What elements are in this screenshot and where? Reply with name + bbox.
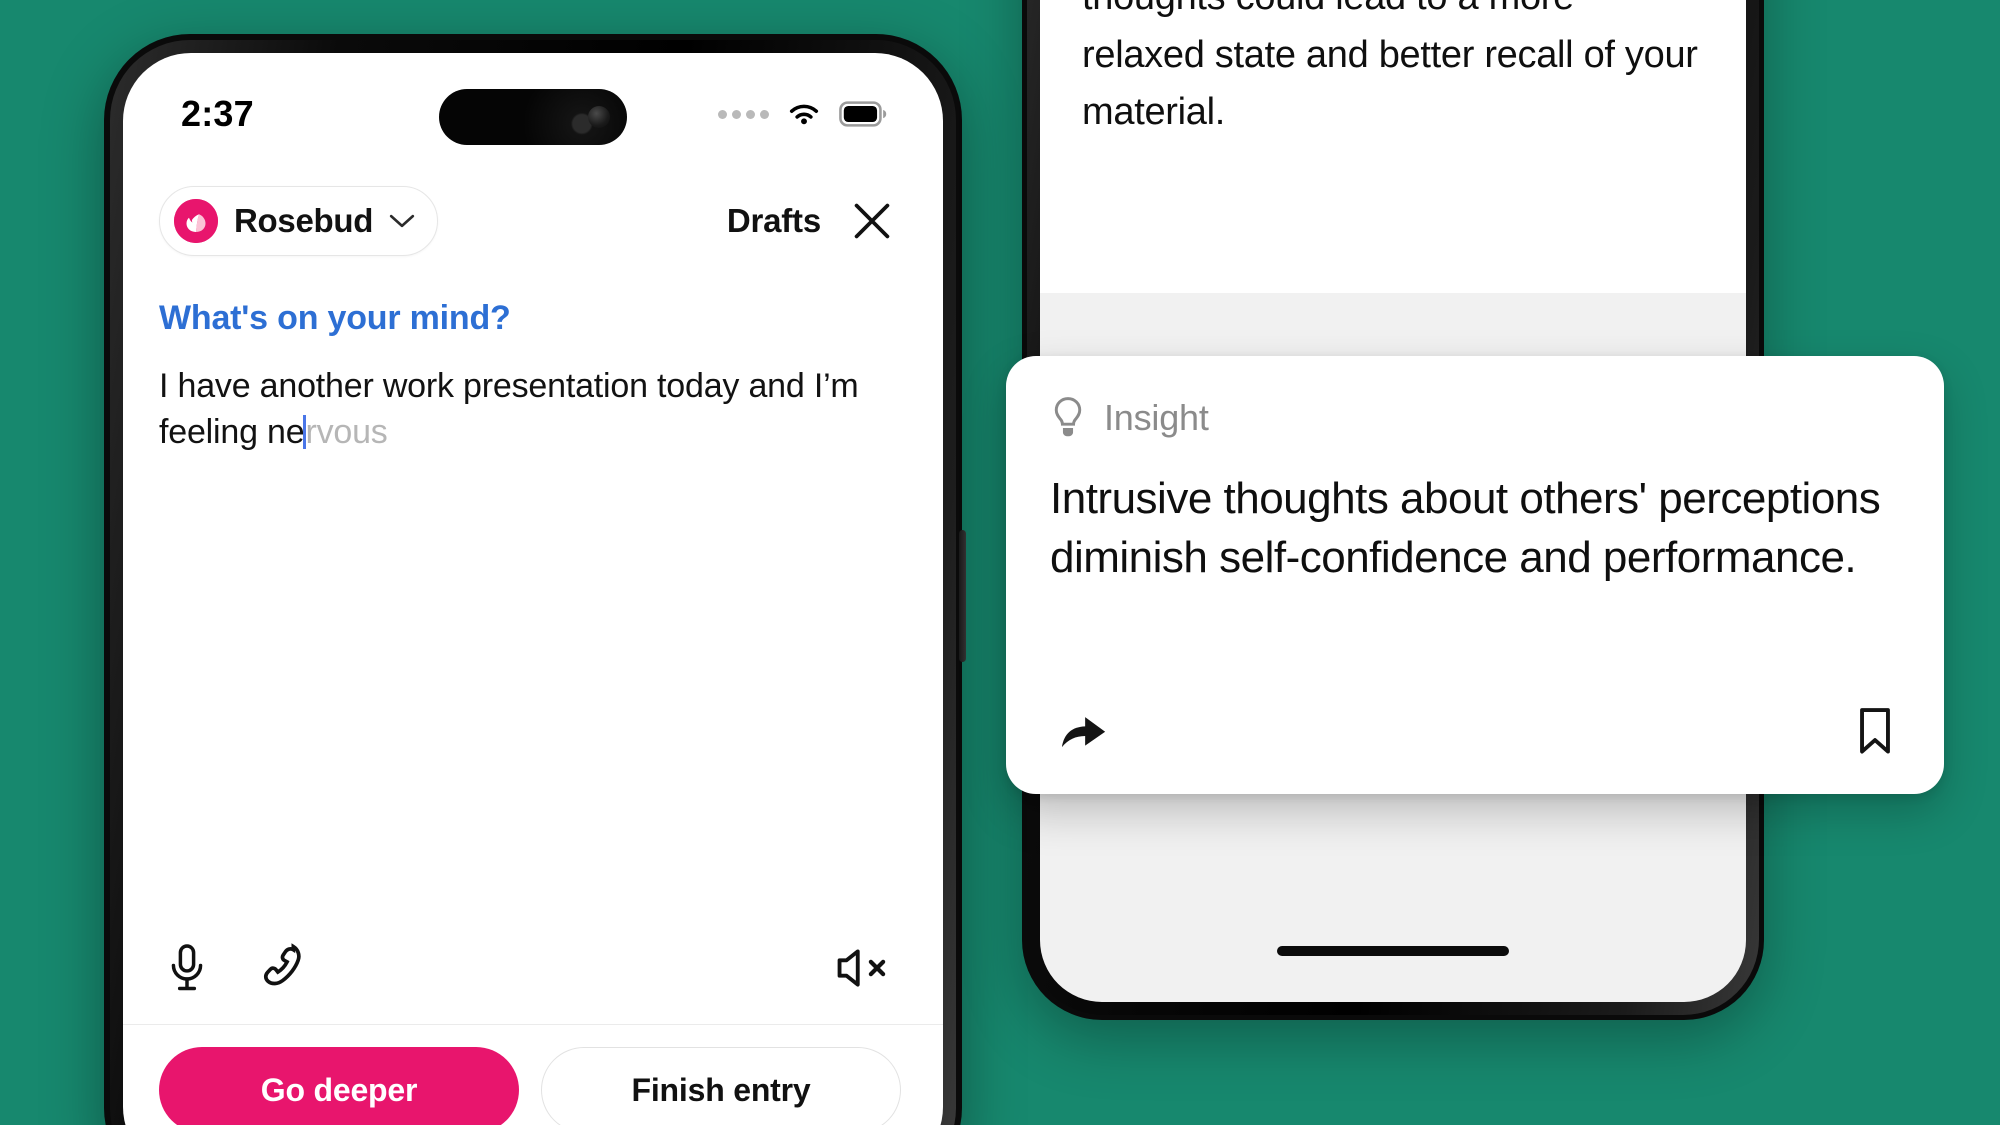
insight-action-row	[1050, 706, 1900, 760]
share-arrow-icon[interactable]	[1058, 709, 1108, 753]
toolbar-divider	[123, 1023, 943, 1025]
left-phone-device: 2:37 Rosebud Drafts What's on your mind?…	[104, 34, 966, 1125]
account-selector[interactable]: Rosebud	[159, 186, 439, 256]
status-indicators	[718, 90, 887, 128]
signal-dots-icon	[718, 109, 769, 119]
assistant-reply-panel[interactable]: gently challenge and quiet these thought…	[1040, 0, 1746, 293]
chevron-down-icon	[389, 213, 415, 229]
phone-call-icon[interactable]	[259, 942, 307, 994]
insight-header: Insight	[1050, 396, 1900, 440]
header-actions: Drafts	[727, 200, 893, 242]
insight-label: Insight	[1104, 397, 1209, 438]
editor-toolbar	[123, 913, 943, 1023]
speaker-mute-icon[interactable]	[835, 945, 891, 991]
app-header: Rosebud Drafts	[123, 173, 943, 269]
entry-ghost-text: rvous	[305, 413, 388, 452]
close-icon[interactable]	[851, 200, 893, 242]
home-indicator[interactable]	[1277, 946, 1509, 956]
account-name: Rosebud	[234, 202, 374, 239]
rosebud-logo-icon	[174, 199, 218, 243]
power-button[interactable]	[959, 530, 966, 662]
status-clock: 2:37	[181, 93, 254, 134]
wifi-icon	[785, 100, 823, 128]
toolbar-left-icons	[165, 942, 307, 994]
insight-body-text: Intrusive thoughts about others' percept…	[1050, 474, 1881, 582]
insight-card[interactable]: Insight Intrusive thoughts about others'…	[1006, 356, 1944, 794]
bookmark-icon[interactable]	[1856, 706, 1894, 756]
assistant-reply-text: gently challenge and quiet these thought…	[1082, 0, 1698, 134]
finish-entry-button[interactable]: Finish entry	[541, 1047, 901, 1125]
action-buttons: Go deeper Finish entry	[123, 1027, 943, 1125]
go-deeper-button[interactable]: Go deeper	[159, 1047, 519, 1125]
drafts-button[interactable]: Drafts	[727, 202, 821, 240]
left-phone-screen: 2:37 Rosebud Drafts What's on your mind?…	[123, 53, 943, 1125]
microphone-icon[interactable]	[165, 942, 209, 994]
entry-typed-text: I have another work presentation today a…	[159, 367, 859, 452]
editor-prompt: What's on your mind?	[159, 299, 511, 337]
dynamic-island	[439, 89, 627, 145]
journal-entry-input[interactable]: I have another work presentation today a…	[159, 363, 883, 455]
battery-full-icon	[839, 101, 887, 127]
lightbulb-icon	[1050, 396, 1086, 440]
